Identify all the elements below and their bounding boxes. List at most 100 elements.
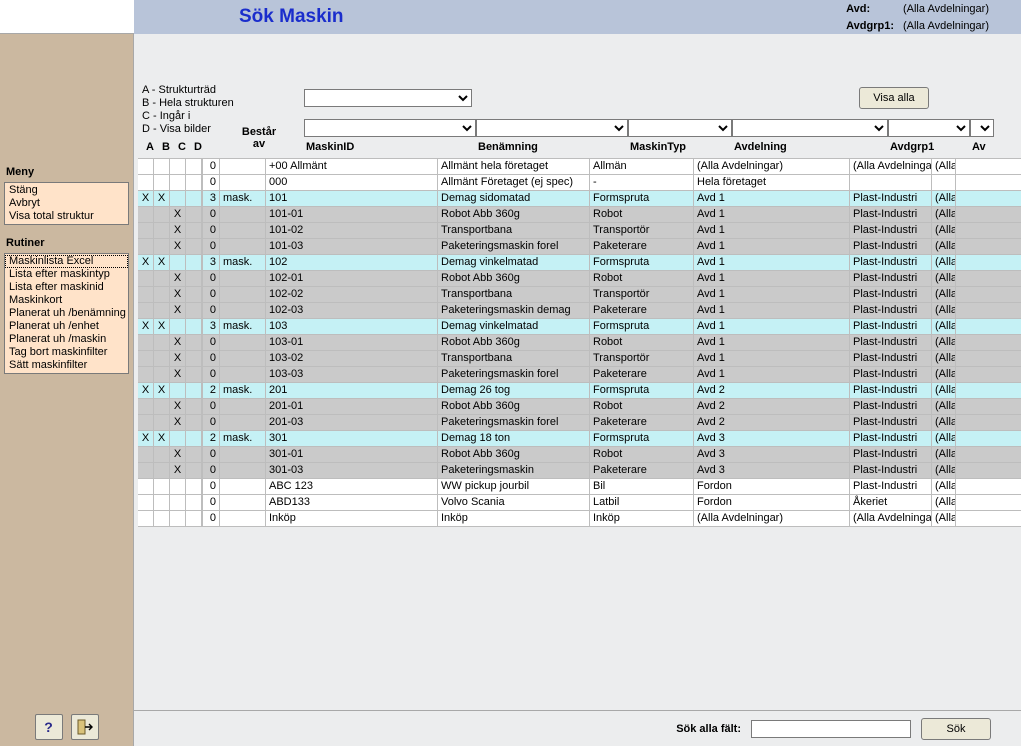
cell-b: [154, 207, 170, 222]
table-row[interactable]: X0101-02TransportbanaTransportörAvd 1Pla…: [138, 223, 1021, 239]
table-row[interactable]: X0201-01Robot Abb 360gRobotAvd 2Plast-In…: [138, 399, 1021, 415]
cell-bestar-count: 2: [202, 383, 220, 398]
column-header-maskintyp[interactable]: MaskinTyp: [628, 141, 732, 153]
cell-avdelning: Avd 3: [694, 463, 850, 478]
cell-maskinid: Inköp: [266, 511, 438, 526]
cell-b: [154, 511, 170, 526]
rutiner-item[interactable]: Planerat uh /maskin: [5, 333, 128, 346]
cell-c: X: [170, 271, 186, 286]
cell-avdgrp1: Plast-Industri: [850, 447, 932, 462]
table-row[interactable]: X0103-03Paketeringsmaskin forelPaketerar…: [138, 367, 1021, 383]
cell-d: [186, 271, 202, 286]
rutiner-item[interactable]: Maskinkort: [5, 294, 128, 307]
filter-select-benamning[interactable]: [476, 119, 628, 137]
cell-avdgrp2: (Alla: [932, 207, 956, 222]
cell-avdgrp2: (Alla: [932, 319, 956, 334]
rutiner-item[interactable]: Sätt maskinfilter: [5, 359, 128, 372]
cell-avdgrp2: [932, 175, 956, 190]
table-row[interactable]: XX3mask.101Demag sidomatadFormsprutaAvd …: [138, 191, 1021, 207]
cell-maskinid: 102-01: [266, 271, 438, 286]
cell-d: [186, 367, 202, 382]
cell-c: [170, 431, 186, 446]
rutiner-item[interactable]: Lista efter maskintyp: [5, 268, 128, 281]
table-row[interactable]: 0000Allmänt Företaget (ej spec)-Hela för…: [138, 175, 1021, 191]
cell-c: X: [170, 303, 186, 318]
cell-c: [170, 255, 186, 270]
table-row[interactable]: 0ABC 123WW pickup jourbilBilFordonPlast-…: [138, 479, 1021, 495]
cell-benamning: Paketeringsmaskin forel: [438, 239, 590, 254]
table-row[interactable]: XX2mask.301Demag 18 tonFormsprutaAvd 3Pl…: [138, 431, 1021, 447]
filter-select-maskintyp[interactable]: [628, 119, 732, 137]
sidebar-heading-rutiner: Rutiner: [0, 235, 133, 251]
table-row[interactable]: 0ABD133Volvo ScaniaLatbilFordonÅkeriet(A…: [138, 495, 1021, 511]
filter-select-maskinid[interactable]: [304, 119, 476, 137]
cell-c: [170, 495, 186, 510]
rutiner-item[interactable]: Planerat uh /enhet: [5, 320, 128, 333]
column-header-avdelning[interactable]: Avdelning: [732, 141, 888, 153]
cell-a: [138, 447, 154, 462]
cell-avdgrp2: (Alla: [932, 447, 956, 462]
table-row[interactable]: XX3mask.102Demag vinkelmatadFormsprutaAv…: [138, 255, 1021, 271]
rutiner-item[interactable]: Tag bort maskinfilter: [5, 346, 128, 359]
meny-item[interactable]: Stäng: [5, 184, 128, 197]
cell-maskinid: 301-03: [266, 463, 438, 478]
column-header-maskinid[interactable]: MaskinID: [304, 141, 476, 153]
table-row[interactable]: X0201-03Paketeringsmaskin forelPaketerar…: [138, 415, 1021, 431]
cell-avdgrp1: Plast-Industri: [850, 287, 932, 302]
table-row[interactable]: X0102-01Robot Abb 360gRobotAvd 1Plast-In…: [138, 271, 1021, 287]
cell-maskinid: ABC 123: [266, 479, 438, 494]
search-all-input[interactable]: [751, 720, 911, 738]
cell-avdgrp1: Åkeriet: [850, 495, 932, 510]
sidebar-meny-list: StängAvbrytVisa total struktur: [4, 182, 129, 225]
table-row[interactable]: X0301-03PaketeringsmaskinPaketerareAvd 3…: [138, 463, 1021, 479]
meny-item[interactable]: Avbryt: [5, 197, 128, 210]
cell-avdelning: Avd 1: [694, 367, 850, 382]
cell-avdgrp1: Plast-Industri: [850, 207, 932, 222]
filter-select-avdgrp1[interactable]: [888, 119, 970, 137]
filter-select-avdelning[interactable]: [732, 119, 888, 137]
table-row[interactable]: XX2mask.201Demag 26 togFormsprutaAvd 2Pl…: [138, 383, 1021, 399]
filter-select-avdgrp2[interactable]: [970, 119, 994, 137]
table-row[interactable]: X0102-03Paketeringsmaskin demagPaketerar…: [138, 303, 1021, 319]
cell-b: [154, 287, 170, 302]
cell-bestar-count: 0: [202, 495, 220, 510]
cell-bestar-count: 3: [202, 319, 220, 334]
cell-avdgrp2: (Alla: [932, 159, 956, 174]
table-row[interactable]: 0+00 AllmäntAllmänt hela företagetAllmän…: [138, 159, 1021, 175]
table-row[interactable]: XX3mask.103Demag vinkelmatadFormsprutaAv…: [138, 319, 1021, 335]
help-button[interactable]: ?: [35, 714, 63, 740]
meny-item[interactable]: Visa total struktur: [5, 210, 128, 223]
table-row[interactable]: X0101-01Robot Abb 360gRobotAvd 1Plast-In…: [138, 207, 1021, 223]
cell-maskintyp: Bil: [590, 479, 694, 494]
cell-maskinid: 101: [266, 191, 438, 206]
rutiner-item[interactable]: Maskinlista Excel: [5, 255, 128, 268]
search-button[interactable]: Sök: [921, 718, 991, 740]
table-row[interactable]: X0103-02TransportbanaTransportörAvd 1Pla…: [138, 351, 1021, 367]
table-row[interactable]: 0InköpInköpInköp(Alla Avdelningar)(Alla …: [138, 511, 1021, 527]
cell-avdgrp1: Plast-Industri: [850, 319, 932, 334]
cell-a: [138, 239, 154, 254]
column-header-benamning[interactable]: Benämning: [476, 141, 628, 153]
table-row[interactable]: X0102-02TransportbanaTransportörAvd 1Pla…: [138, 287, 1021, 303]
rutiner-item[interactable]: Planerat uh /benämning: [5, 307, 128, 320]
cell-d: [186, 207, 202, 222]
rutiner-item[interactable]: Lista efter maskinid: [5, 281, 128, 294]
structure-select[interactable]: [304, 89, 472, 107]
table-row[interactable]: X0103-01Robot Abb 360gRobotAvd 1Plast-In…: [138, 335, 1021, 351]
cell-avdgrp2: (Alla: [932, 463, 956, 478]
table-row[interactable]: X0101-03Paketeringsmaskin forelPaketerar…: [138, 239, 1021, 255]
cell-avdelning: Avd 1: [694, 271, 850, 286]
cell-maskinid: 301-01: [266, 447, 438, 462]
cell-avdelning: Avd 2: [694, 415, 850, 430]
table-row[interactable]: X0301-01Robot Abb 360gRobotAvd 3Plast-In…: [138, 447, 1021, 463]
cell-a: [138, 287, 154, 302]
cell-bestar-unit: [220, 159, 266, 174]
cell-b: [154, 447, 170, 462]
exit-button[interactable]: [71, 714, 99, 740]
cell-avdgrp1: Plast-Industri: [850, 479, 932, 494]
search-all-label: Sök alla fält:: [676, 723, 741, 735]
cell-b: X: [154, 383, 170, 398]
column-header-avdgrp2[interactable]: Av: [970, 141, 994, 153]
column-header-avdgrp1[interactable]: Avdgrp1: [888, 141, 970, 153]
visa-alla-button[interactable]: Visa alla: [859, 87, 929, 109]
